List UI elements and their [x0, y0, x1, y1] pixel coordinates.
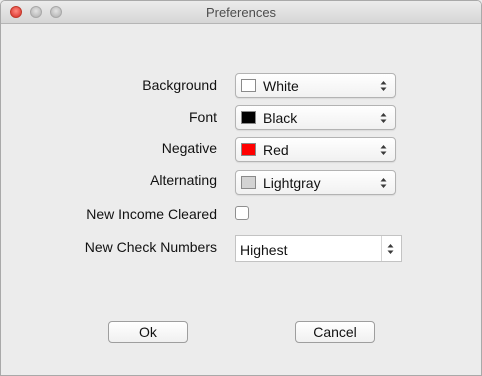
combo-divider: [381, 236, 382, 261]
popup-arrows-icon: [380, 81, 387, 91]
new-check-numbers-value: Highest: [240, 242, 288, 258]
alternating-color-swatch: [241, 176, 256, 189]
alternating-label: Alternating: [150, 172, 217, 188]
negative-label: Negative: [161, 140, 217, 156]
negative-color-popup[interactable]: Red: [235, 137, 396, 162]
background-color-popup[interactable]: White: [235, 73, 396, 98]
font-color-popup[interactable]: Black: [235, 105, 396, 130]
combo-arrows-icon: [387, 244, 394, 254]
negative-color-value: Red: [263, 142, 289, 158]
ok-button[interactable]: Ok: [108, 321, 188, 343]
new-income-cleared-label: New Income Cleared: [86, 206, 217, 222]
popup-arrows-icon: [380, 145, 387, 155]
new-income-cleared-checkbox[interactable]: [235, 206, 249, 220]
font-label: Font: [188, 109, 217, 125]
title-bar: Preferences: [1, 1, 481, 24]
background-label: Background: [142, 77, 217, 93]
new-check-numbers-combobox[interactable]: Highest: [235, 235, 402, 262]
alternating-color-value: Lightgray: [263, 175, 321, 191]
background-color-swatch: [241, 79, 256, 92]
preferences-window: Preferences Background White Font Black …: [0, 0, 482, 376]
popup-arrows-icon: [380, 113, 387, 123]
negative-color-swatch: [241, 143, 256, 156]
alternating-color-popup[interactable]: Lightgray: [235, 170, 396, 195]
window-title: Preferences: [205, 5, 277, 20]
background-color-value: White: [263, 78, 299, 94]
cancel-button[interactable]: Cancel: [295, 321, 375, 343]
font-color-swatch: [241, 111, 256, 124]
new-check-numbers-label: New Check Numbers: [84, 239, 217, 255]
font-color-value: Black: [263, 110, 298, 126]
popup-arrows-icon: [380, 178, 387, 188]
